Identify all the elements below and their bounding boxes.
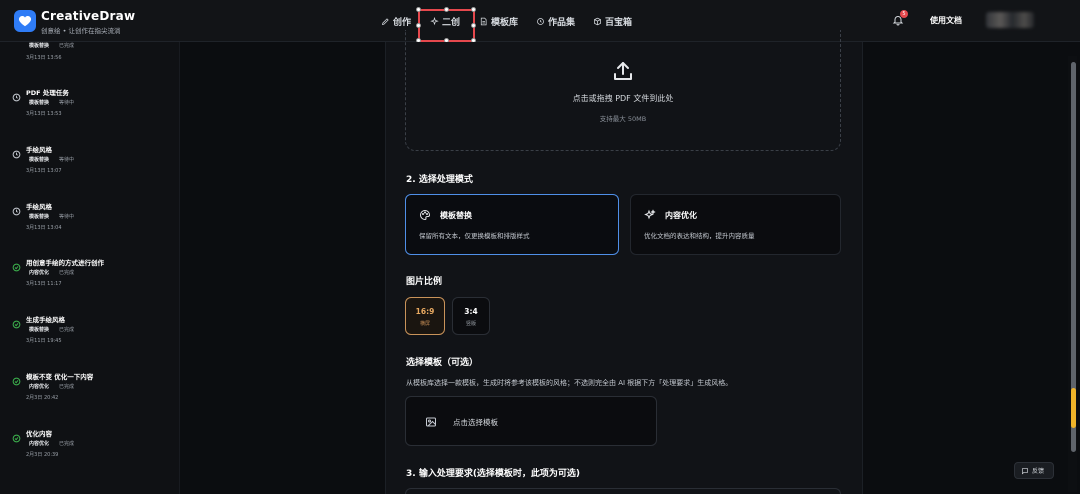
- selection-handle[interactable]: [416, 23, 421, 28]
- selection-handle[interactable]: [444, 7, 449, 12]
- history-item-time: 3月13日 13:07: [26, 168, 62, 174]
- template-section-title: 选择模板（可选）: [406, 358, 479, 368]
- ratio-value: 16:9: [415, 307, 435, 316]
- history-item-status: 等待中: [59, 157, 75, 163]
- history-item-title: 用创意手绘的方式进行创作: [26, 259, 104, 267]
- ratio-option-16-9[interactable]: 16:9 横屏: [405, 297, 445, 335]
- history-item-status: 已完成: [59, 270, 75, 276]
- history-item-tag: 内容优化: [29, 270, 50, 276]
- image-icon: [426, 417, 436, 427]
- history-item-tag: 模板替换: [29, 100, 50, 106]
- check-circle-icon: [12, 257, 21, 272]
- upload-icon: [614, 62, 632, 80]
- brush-icon: [381, 17, 389, 25]
- selection-handle[interactable]: [471, 23, 476, 28]
- check-circle-icon: [12, 428, 21, 443]
- template-description: 从模板库选择一款模板，生成时将参考该模板的风格；不选则完全由 AI 根据下方「处…: [406, 379, 733, 387]
- history-item-tag: 模板替换: [29, 157, 50, 163]
- ratio-option-3-4[interactable]: 3:4 竖版: [452, 297, 490, 335]
- history-item-status: 已完成: [59, 327, 75, 333]
- nav-item-label: 百宝箱: [605, 17, 633, 28]
- history-item-time: 3月11日 19:45: [26, 338, 62, 344]
- history-item-title: 模板不变 优化一下内容: [26, 373, 94, 381]
- nav-item-label: 模板库: [491, 17, 519, 28]
- avatar[interactable]: [986, 12, 1034, 28]
- upload-size-limit: 支持最大 50MB: [599, 115, 647, 123]
- history-item-title: 手绘风格: [26, 203, 52, 211]
- feedback-button[interactable]: 反馈: [1014, 462, 1054, 479]
- check-circle-icon: [12, 371, 21, 386]
- scroll-highlight: [1071, 388, 1076, 428]
- history-item-time: 3月13日 11:17: [26, 281, 62, 287]
- history-item-title: PDF 处理任务: [26, 89, 69, 97]
- history-icon: [537, 17, 544, 25]
- mode-card-desc: 优化文档的表达和结构，提升内容质量: [644, 232, 755, 240]
- history-item-status: 等待中: [59, 100, 75, 106]
- box-icon: [594, 17, 601, 25]
- template-picker-button[interactable]: 点击选择模板: [405, 396, 657, 446]
- feedback-label: 反馈: [1032, 468, 1045, 475]
- requirements-textarea[interactable]: [405, 488, 841, 494]
- nav-item-label: 作品集: [548, 17, 576, 28]
- selection-handle[interactable]: [471, 7, 476, 12]
- nav-item-create[interactable]: 创作: [381, 14, 411, 28]
- ratio-value: 3:4: [464, 307, 478, 316]
- history-item-time: 2月3日 20:39: [26, 452, 59, 458]
- nav-item-works[interactable]: 作品集: [536, 14, 575, 28]
- history-item-tag: 模板替换: [29, 327, 50, 333]
- clock-icon: [12, 144, 21, 159]
- document-icon: [480, 17, 487, 25]
- history-item-time: 2月3日 20:42: [26, 395, 59, 401]
- mode-card-template-replace[interactable]: 模板替换 保留所有文本，仅更换模板和排版样式: [405, 194, 619, 255]
- history-item-title: 优化内容: [26, 430, 52, 438]
- mode-section-title: 2. 选择处理模式: [406, 175, 473, 185]
- ratio-label: 竖版: [465, 321, 476, 327]
- ratio-section-title: 图片比例: [406, 277, 443, 287]
- history-item-tag: 模板替换: [29, 43, 50, 49]
- history-item-time: 3月13日 13:04: [26, 225, 62, 231]
- nav-item-toolbox[interactable]: 百宝箱: [593, 14, 632, 28]
- history-item-time: 3月13日 13:53: [26, 111, 62, 117]
- nav-item-label: 创作: [393, 17, 412, 28]
- mode-card-title: 内容优化: [665, 211, 697, 220]
- chat-icon: [1022, 467, 1028, 474]
- brand-name[interactable]: CreativeDraw: [41, 9, 135, 23]
- mode-card-desc: 保留所有文本，仅更换模板和排版样式: [419, 232, 530, 240]
- history-item-tag: 内容优化: [29, 441, 50, 447]
- history-item-status: 等待中: [59, 214, 75, 220]
- brand-tagline: 创意绘 • 让创作在指尖流淌: [41, 27, 121, 35]
- mode-card-title: 模板替换: [440, 211, 472, 220]
- history-item-title: 手绘风格: [26, 146, 52, 154]
- history-item-status: 已完成: [59, 384, 75, 390]
- history-item-tag: 模板替换: [29, 214, 50, 220]
- clock-icon: [12, 201, 21, 216]
- history-item-time: 3月13日 13:56: [26, 55, 62, 61]
- history-item-tag: 内容优化: [29, 384, 50, 390]
- clock-icon: [12, 87, 21, 102]
- mode-card-content-optimize[interactable]: 内容优化 优化文档的表达和结构，提升内容质量: [630, 194, 841, 255]
- heart-logo-icon[interactable]: [14, 10, 36, 32]
- palette-icon: [420, 209, 431, 221]
- sparkle-icon: [644, 209, 656, 220]
- history-item-title: 生成手绘风格: [26, 316, 65, 324]
- history-item-status: 已完成: [59, 43, 75, 49]
- check-circle-icon: [12, 314, 21, 329]
- template-picker-label: 点击选择模板: [453, 418, 498, 427]
- ratio-label: 横屏: [419, 321, 430, 327]
- requirements-section-title: 3. 输入处理要求(选择模板时，此项为可选): [406, 469, 581, 479]
- selection-handle[interactable]: [416, 7, 421, 12]
- upload-instruction: 点击或拖拽 PDF 文件到此处: [572, 94, 674, 103]
- notification-badge: 5: [900, 10, 908, 18]
- history-item-status: 已完成: [59, 441, 75, 447]
- docs-link[interactable]: 使用文档: [930, 15, 962, 26]
- nav-item-templates[interactable]: 模板库: [479, 14, 518, 28]
- pdf-upload-dropzone[interactable]: [405, 30, 841, 151]
